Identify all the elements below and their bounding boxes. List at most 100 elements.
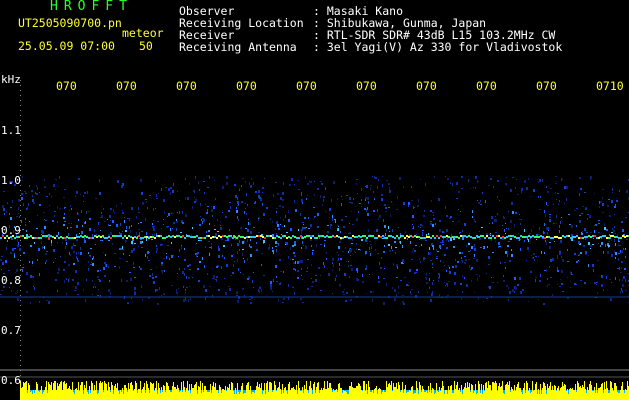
level-bar: [27, 393, 28, 400]
carrier-segment: [586, 236, 588, 238]
carrier-segment: [194, 236, 196, 238]
level-bar: [191, 384, 192, 400]
level-bar: [229, 384, 230, 400]
carrier-segment: [490, 237, 492, 239]
carrier-segment: [36, 237, 38, 239]
carrier-segment: [494, 237, 496, 239]
carrier-segment: [386, 237, 388, 239]
level-bar: [470, 392, 471, 400]
level-bar: [201, 393, 202, 400]
level-bar: [203, 392, 204, 400]
carrier-segment: [604, 235, 606, 237]
level-bar: [406, 393, 407, 400]
carrier-segment: [514, 236, 516, 238]
carrier-segment: [532, 235, 534, 237]
level-bar: [598, 388, 599, 400]
level-bar: [411, 387, 412, 400]
carrier-segment: [548, 236, 550, 238]
level-bar: [65, 384, 66, 400]
carrier-segment: [470, 236, 472, 238]
level-bar: [533, 391, 534, 400]
level-bar: [232, 383, 233, 400]
level-bar: [207, 392, 208, 400]
level-bar: [601, 384, 602, 400]
level-bar: [131, 382, 132, 400]
carrier-segment: [334, 236, 336, 238]
level-bar: [277, 388, 278, 400]
carrier-segment: [330, 236, 332, 238]
level-bar: [59, 384, 60, 400]
level-bar: [219, 385, 220, 400]
level-bar: [431, 393, 432, 400]
carrier-segment: [484, 237, 486, 239]
level-bar: [422, 386, 423, 400]
level-bar: [298, 381, 299, 400]
level-bar: [69, 386, 70, 400]
carrier-segment: [366, 237, 368, 239]
level-bar: [223, 389, 224, 400]
level-bar: [98, 393, 99, 400]
level-bar: [50, 385, 51, 400]
level-bar: [117, 383, 118, 400]
carrier-segment: [316, 237, 318, 239]
level-bar: [403, 393, 404, 400]
level-bar: [501, 386, 502, 400]
level-bar: [585, 389, 586, 400]
level-bar: [82, 382, 83, 400]
level-bar: [197, 394, 198, 400]
level-bar: [80, 385, 81, 400]
level-bar: [586, 393, 587, 400]
level-bar: [523, 388, 524, 400]
level-bar: [179, 392, 180, 400]
carrier-segment: [506, 236, 508, 238]
freq-tick: 1.0: [1, 174, 21, 187]
level-bar: [621, 386, 622, 400]
carrier-segment: [72, 237, 74, 239]
carrier-segment: [318, 235, 320, 237]
level-bar: [290, 390, 291, 400]
level-bar: [550, 382, 551, 400]
level-bar: [366, 384, 367, 400]
axis-dot: [20, 290, 21, 291]
level-bar: [183, 381, 184, 400]
carrier-segment: [500, 237, 502, 239]
level-bar: [545, 386, 546, 400]
level-bar: [312, 394, 313, 400]
axis-dot: [20, 300, 21, 301]
carrier-segment: [228, 235, 230, 237]
carrier-segment: [308, 235, 310, 237]
level-bar: [163, 385, 164, 400]
carrier-segment: [368, 235, 370, 237]
level-bar: [427, 393, 428, 400]
level-bar: [508, 385, 509, 400]
level-bar: [476, 394, 477, 400]
carrier-segment: [24, 237, 26, 239]
level-bar: [572, 388, 573, 400]
carrier-segment: [408, 236, 410, 238]
carrier-segment: [182, 235, 184, 237]
carrier-segment: [424, 237, 426, 239]
carrier-segment: [598, 237, 600, 239]
level-bar: [513, 391, 514, 400]
carrier-segment: [576, 235, 578, 237]
level-bar: [480, 393, 481, 400]
level-bar: [532, 381, 533, 400]
carrier-segment: [54, 237, 56, 239]
level-bar: [204, 386, 205, 400]
level-bar: [51, 382, 52, 400]
axis-dot: [20, 260, 21, 261]
level-bar: [32, 394, 33, 400]
level-bar: [483, 385, 484, 400]
level-bar: [594, 387, 595, 400]
level-bar: [209, 392, 210, 400]
axis-dot: [20, 200, 21, 201]
level-bar: [52, 390, 53, 400]
level-bar: [208, 392, 209, 400]
level-bar: [625, 389, 626, 400]
level-bar: [210, 384, 211, 400]
level-bar: [557, 388, 558, 400]
level-bar: [570, 388, 571, 400]
level-bar: [479, 384, 480, 400]
level-bar: [299, 388, 300, 400]
level-bar: [399, 385, 400, 400]
